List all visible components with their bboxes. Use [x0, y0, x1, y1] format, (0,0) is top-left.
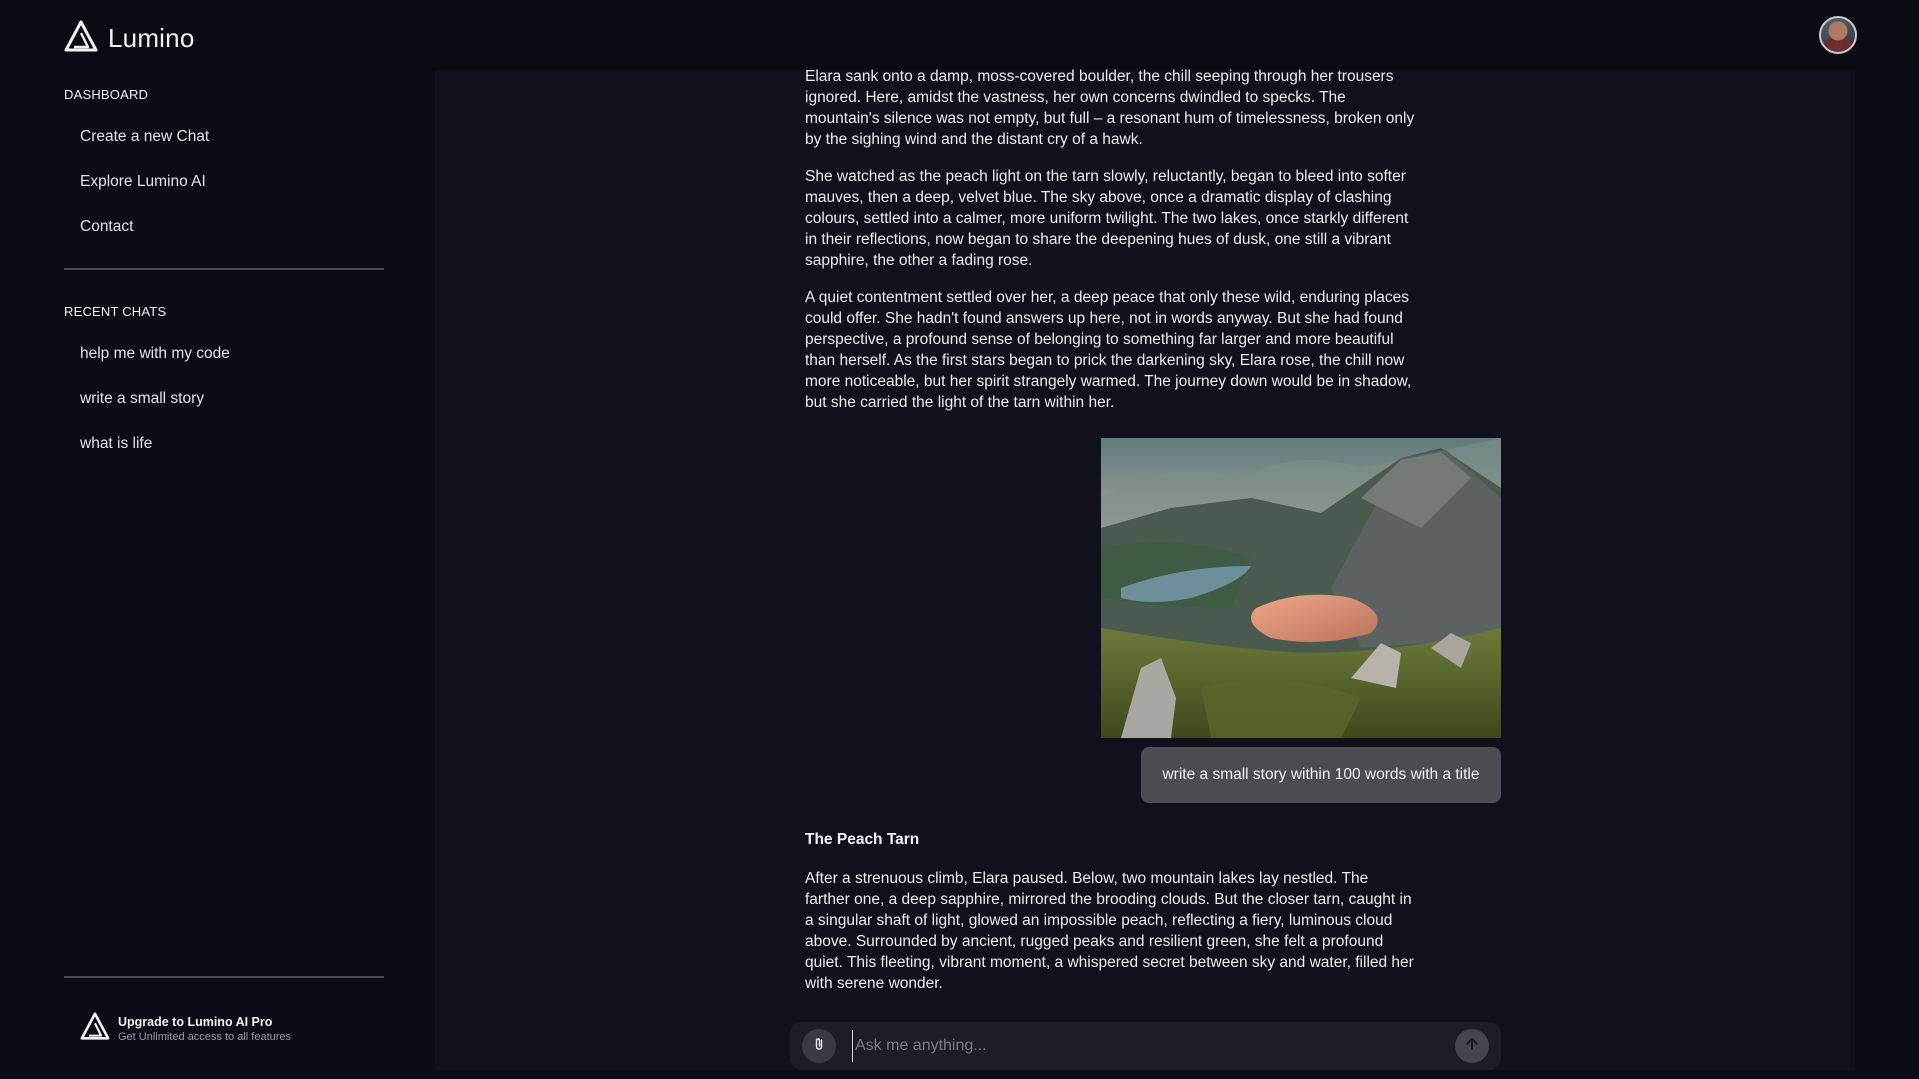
app-root: Lumino DASHBOARD Create a new Chat Explo… [0, 0, 1919, 1079]
recent-chats-title: RECENT CHATS [64, 304, 167, 319]
brand-name: Lumino [108, 23, 195, 53]
lumino-logo-icon [64, 20, 98, 57]
brand[interactable]: Lumino [64, 20, 194, 57]
paperclip-icon [811, 1036, 827, 1057]
nav-contact[interactable]: Contact [80, 218, 133, 236]
upgrade-title: Upgrade to Lumino AI Pro [118, 1014, 273, 1029]
upgrade-pro-button[interactable]: Upgrade to Lumino AI Pro Get Unlimited a… [80, 1012, 291, 1045]
story-title: The Peach Tarn [805, 831, 920, 848]
assistant-paragraph: She watched as the peach light on the ta… [805, 168, 1409, 269]
user-avatar[interactable] [1819, 16, 1857, 54]
user-message-bubble: write a small story within 100 words wit… [1141, 747, 1501, 803]
send-button[interactable] [1455, 1029, 1489, 1063]
arrow-up-icon [1464, 1036, 1480, 1057]
sidebar-divider [64, 268, 384, 270]
nav-create-new-chat[interactable]: Create a new Chat [80, 128, 209, 146]
upgrade-subtitle: Get Unlimited access to all features [118, 1030, 292, 1043]
nav-explore-lumino-ai[interactable]: Explore Lumino AI [80, 173, 206, 191]
upgrade-text: Upgrade to Lumino AI Pro Get Unlimited a… [118, 1015, 291, 1043]
recent-chat-item[interactable]: help me with my code [80, 345, 230, 363]
chat-composer [790, 1022, 1501, 1070]
attached-landscape-image[interactable] [1101, 438, 1501, 738]
recent-chat-item[interactable]: what is life [80, 435, 152, 453]
user-message-text: write a small story within 100 words wit… [1162, 766, 1480, 783]
dashboard-section-title: DASHBOARD [64, 87, 149, 102]
assistant-reply-body: After a strenuous climb, Elara paused. B… [805, 870, 1414, 992]
attach-button[interactable] [802, 1029, 836, 1063]
sidebar-divider [64, 976, 384, 978]
chat-input[interactable] [852, 1030, 1432, 1062]
lumino-logo-icon [80, 1012, 110, 1045]
sidebar: DASHBOARD Create a new Chat Explore Lumi… [0, 70, 420, 1079]
top-bar: Lumino [0, 0, 1919, 70]
assistant-paragraph: A quiet contentment settled over her, a … [805, 289, 1412, 411]
recent-chat-item[interactable]: write a small story [80, 390, 204, 408]
assistant-paragraph: Elara sank onto a damp, moss-covered bou… [805, 68, 1415, 148]
